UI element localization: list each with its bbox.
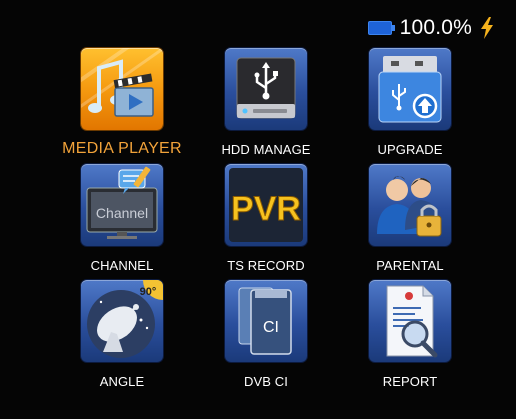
channel-icon: Channel — [81, 164, 163, 246]
battery-icon — [367, 21, 395, 35]
parental-lock-icon — [369, 164, 451, 246]
hdd-manage-icon — [225, 48, 307, 130]
satellite-dish-icon: 90° — [81, 280, 163, 362]
report-icon — [369, 280, 451, 362]
media-player-icon — [81, 48, 163, 130]
menu-label: CHANNEL — [90, 258, 154, 273]
svg-text:PVR: PVR — [231, 190, 301, 228]
battery-percent: 100.0% — [399, 16, 472, 39]
svg-text:90°: 90° — [140, 286, 157, 298]
status-bar: 100.0% — [367, 16, 494, 40]
menu-label: HDD MANAGE — [221, 142, 311, 157]
svg-text:Channel: Channel — [96, 205, 148, 221]
menu-label: DVB CI — [244, 374, 288, 389]
upgrade-icon — [369, 48, 451, 130]
menu-label: REPORT — [382, 374, 438, 389]
lightning-bolt-icon — [481, 17, 493, 39]
svg-text:CI: CI — [263, 319, 279, 336]
menu-label: UPGRADE — [377, 142, 443, 157]
menu-label: TS RECORD — [227, 258, 305, 273]
menu-label: ANGLE — [99, 374, 145, 389]
pvr-icon: PVR — [225, 164, 307, 246]
menu-label: MEDIA PLAYER — [62, 140, 182, 157]
ci-card-icon: CI — [225, 280, 307, 362]
menu-label: PARENTAL — [376, 258, 444, 273]
